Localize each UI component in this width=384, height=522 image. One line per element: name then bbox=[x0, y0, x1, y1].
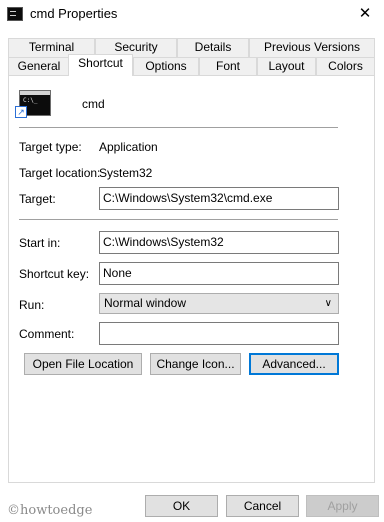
start-in-label: Start in: bbox=[19, 236, 61, 250]
tab-layout[interactable]: Layout bbox=[257, 57, 316, 76]
title-bar: cmd Properties ✕ bbox=[0, 0, 384, 30]
target-field[interactable]: C:\Windows\System32\cmd.exe bbox=[99, 187, 339, 210]
target-location-label: Target location: bbox=[19, 166, 101, 180]
watermark: ©howtoedge bbox=[7, 503, 93, 518]
tab-options[interactable]: Options bbox=[133, 57, 199, 76]
start-in-field[interactable]: C:\Windows\System32 bbox=[99, 231, 339, 254]
tab-font[interactable]: Font bbox=[199, 57, 257, 76]
chevron-down-icon: ∨ bbox=[324, 298, 332, 309]
separator bbox=[19, 127, 338, 128]
tab-general[interactable]: General bbox=[8, 57, 70, 76]
shortcut-key-field[interactable]: None bbox=[99, 262, 339, 285]
target-type-value: Application bbox=[99, 140, 158, 154]
open-file-location-button[interactable]: Open File Location bbox=[24, 353, 142, 375]
change-icon-button[interactable]: Change Icon... bbox=[150, 353, 241, 375]
apply-button[interactable]: Apply bbox=[306, 495, 379, 517]
run-select-value: Normal window bbox=[104, 296, 187, 310]
tab-shortcut[interactable]: Shortcut bbox=[68, 54, 133, 76]
comment-field[interactable] bbox=[99, 322, 339, 345]
run-label: Run: bbox=[19, 298, 45, 312]
window-title: cmd Properties bbox=[30, 6, 118, 21]
advanced-button[interactable]: Advanced... bbox=[249, 353, 339, 375]
target-type-label: Target type: bbox=[19, 140, 82, 154]
shortcut-arrow-icon: ↗ bbox=[15, 106, 27, 118]
tab-previous-versions[interactable]: Previous Versions bbox=[249, 38, 375, 57]
command-prompt-icon bbox=[7, 7, 23, 21]
tab-details[interactable]: Details bbox=[177, 38, 249, 57]
separator bbox=[19, 219, 338, 220]
shortcut-name: cmd bbox=[82, 97, 105, 111]
shortcut-key-label: Shortcut key: bbox=[19, 267, 90, 281]
run-select[interactable]: Normal window ∨ bbox=[99, 293, 339, 314]
target-location-value: System32 bbox=[99, 166, 153, 180]
target-label: Target: bbox=[19, 192, 56, 206]
cancel-button[interactable]: Cancel bbox=[226, 495, 299, 517]
close-icon[interactable]: ✕ bbox=[352, 2, 378, 26]
ok-button[interactable]: OK bbox=[145, 495, 218, 517]
tab-colors[interactable]: Colors bbox=[316, 57, 375, 76]
comment-label: Comment: bbox=[19, 327, 75, 341]
